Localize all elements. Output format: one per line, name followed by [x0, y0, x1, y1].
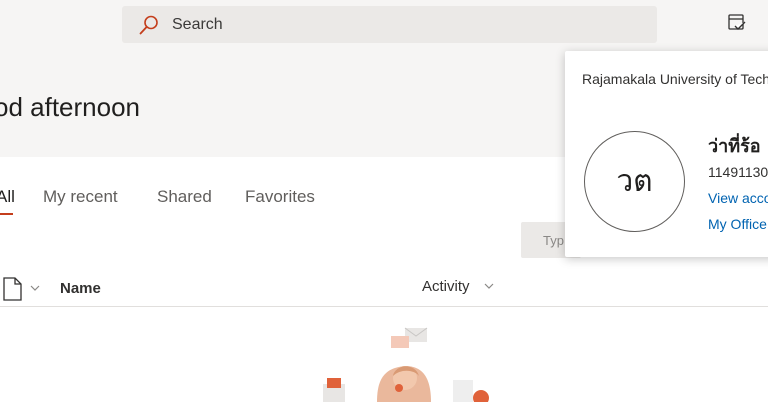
search-icon: [139, 15, 158, 35]
avatar-initials: วต: [616, 164, 653, 199]
column-header-name[interactable]: Name: [60, 280, 101, 297]
user-id: 11491130: [708, 164, 768, 180]
tab-bar: All My recent Shared Favorites: [0, 187, 420, 217]
file-icon[interactable]: [2, 277, 22, 301]
feedback-icon[interactable]: [726, 12, 748, 34]
chevron-down-icon[interactable]: [30, 284, 40, 292]
list-header-divider: [0, 306, 768, 307]
tab-shared[interactable]: Shared: [157, 187, 212, 207]
user-display-name: ว่าที่ร้อ: [708, 136, 761, 157]
chevron-down-icon[interactable]: [484, 282, 494, 290]
view-account-link[interactable]: View acco: [708, 190, 768, 206]
empty-state-illustration: [323, 327, 489, 402]
tab-all[interactable]: All: [0, 187, 15, 207]
search-box[interactable]: Search: [122, 6, 657, 43]
org-name: Rajamakala University of Tech: [582, 71, 768, 87]
greeting-heading: od afternoon: [0, 92, 141, 122]
filter-placeholder: Typ: [543, 233, 564, 248]
my-office-profile-link[interactable]: My Office: [708, 216, 767, 232]
tab-favorites[interactable]: Favorites: [245, 187, 315, 207]
search-placeholder: Search: [172, 16, 223, 33]
tab-my-recent[interactable]: My recent: [43, 187, 118, 207]
avatar[interactable]: วต: [584, 131, 685, 232]
column-header-activity[interactable]: Activity: [422, 278, 470, 295]
tab-selected-indicator: [0, 213, 13, 215]
account-card: Rajamakala University of Tech วต ว่าที่ร…: [565, 51, 768, 257]
